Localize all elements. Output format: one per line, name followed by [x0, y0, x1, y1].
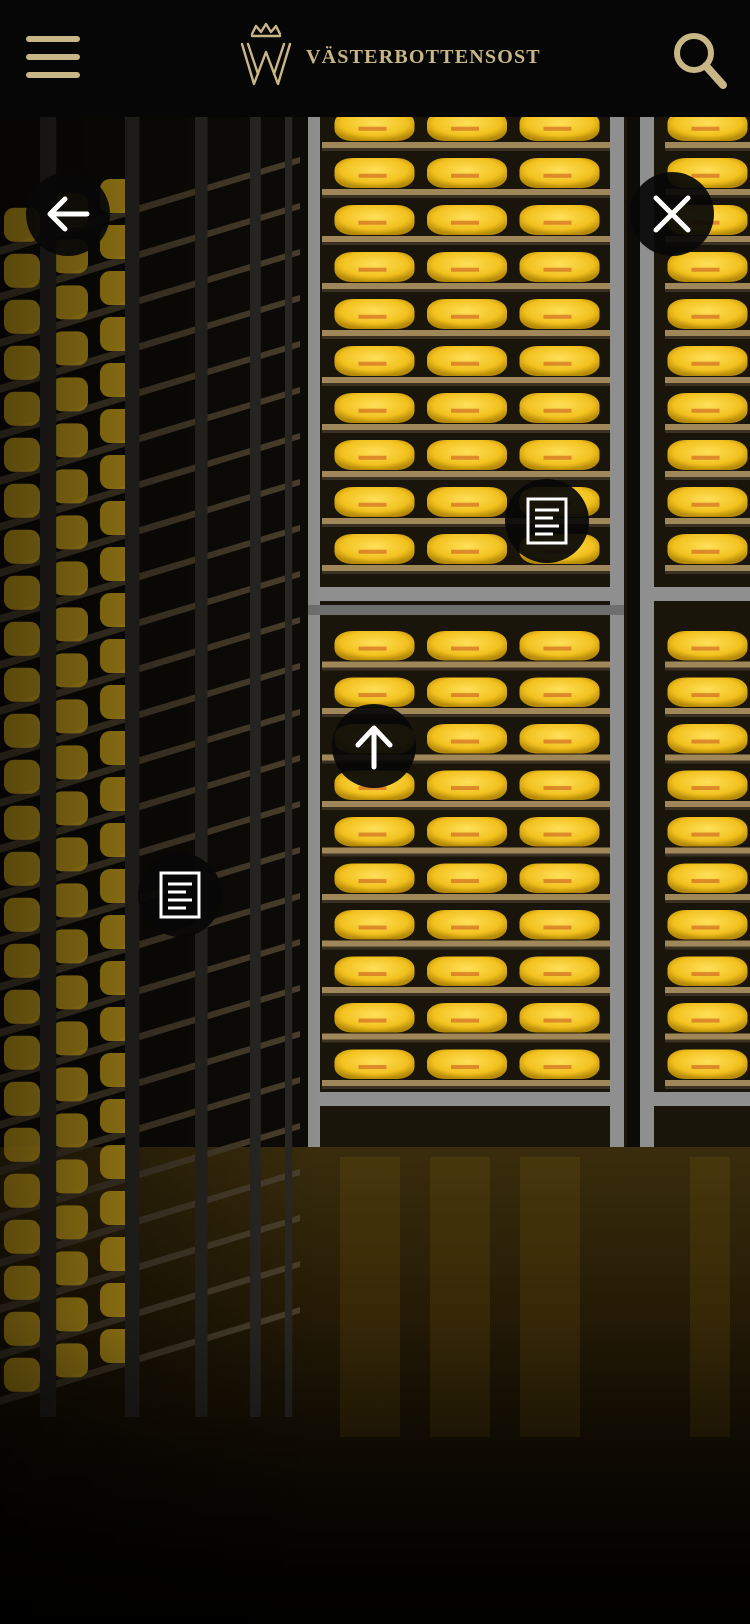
brand-logo[interactable]: VÄSTERBOTTENSOST	[238, 22, 541, 88]
cheese-racks-image	[0, 117, 750, 1624]
close-button[interactable]	[630, 172, 714, 256]
hotspot-info-button[interactable]	[505, 479, 589, 563]
cheese-storage-photo	[0, 117, 750, 1624]
search-icon	[674, 33, 727, 89]
close-icon	[653, 195, 691, 233]
navigate-forward-button[interactable]	[332, 704, 416, 788]
arrow-up-icon	[355, 725, 393, 770]
back-button[interactable]	[26, 172, 110, 256]
hotspot-info-button-2[interactable]	[138, 853, 222, 937]
top-header: VÄSTERBOTTENSOST	[0, 0, 750, 117]
menu-button[interactable]	[26, 36, 80, 78]
brand-name: VÄSTERBOTTENSOST	[306, 45, 541, 68]
document-icon	[159, 871, 201, 919]
hamburger-menu-icon	[26, 36, 80, 42]
search-button[interactable]	[672, 30, 728, 90]
document-icon	[526, 497, 568, 545]
crowned-w-logo-icon	[240, 22, 292, 86]
arrow-left-icon	[47, 196, 90, 232]
